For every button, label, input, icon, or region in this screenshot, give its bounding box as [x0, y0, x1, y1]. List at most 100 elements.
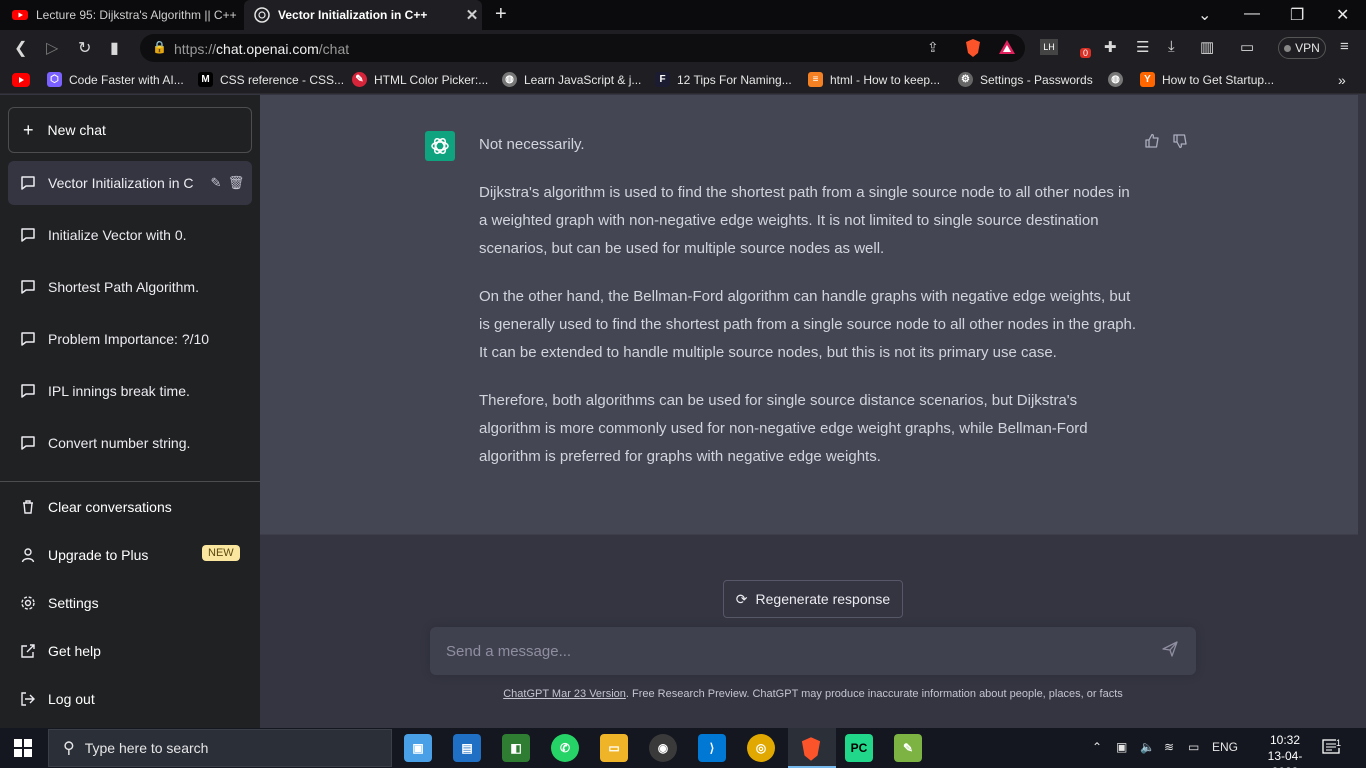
bookmark-item[interactable]: Y How to Get Startup...	[1140, 72, 1274, 87]
gear-icon: ⚙	[958, 72, 973, 87]
new-badge: NEW	[202, 545, 240, 561]
blue-app-icon[interactable]: ▤	[453, 734, 481, 762]
brave-shield-icon[interactable]	[964, 38, 982, 58]
chat-bubble-icon	[21, 436, 35, 450]
extension-badge: 0	[1080, 48, 1092, 58]
upgrade-to-plus-button[interactable]: Upgrade to Plus NEW	[8, 535, 252, 575]
trash-icon[interactable]: 🗑	[226, 175, 246, 191]
whatsapp-icon[interactable]: ✆	[551, 734, 579, 762]
notification-count: 1	[1336, 738, 1342, 748]
download-icon[interactable]: ⤓	[1168, 38, 1175, 55]
camera-icon[interactable]: ▣	[1116, 740, 1127, 754]
version-link[interactable]: ChatGPT Mar 23 Version	[503, 688, 626, 700]
chat-item-initialize-vector[interactable]: Initialize Vector with 0.	[8, 213, 252, 257]
bookmark-item[interactable]: M CSS reference - CSS...	[198, 72, 344, 87]
get-help-button[interactable]: Get help	[8, 631, 252, 671]
settings-button[interactable]: Settings	[8, 583, 252, 623]
refresh-icon: ⟳	[735, 590, 748, 607]
message-input[interactable]	[430, 627, 1150, 675]
thumbs-up-icon[interactable]	[1144, 133, 1160, 149]
windows-taskbar: ⚲ Type here to search ▣ ▤ ◧ ✆ ▭ ◉ ⟩ ◎ PC…	[0, 728, 1366, 768]
bookmark-item[interactable]: ⬡ Code Faster with AI...	[47, 72, 184, 87]
bookmark-item[interactable]: ⚙ Settings - Passwords	[958, 72, 1093, 87]
bookmark-item[interactable]: ◍ Learn JavaScript & j...	[502, 72, 641, 87]
trash-icon	[23, 500, 33, 514]
address-bar[interactable]: 🔒 https://chat.openai.com/chat ⇪	[140, 34, 1025, 62]
hexagon-icon: ⬡	[47, 72, 62, 87]
log-out-button[interactable]: Log out	[8, 679, 252, 719]
language-indicator[interactable]: ENG	[1212, 740, 1238, 754]
close-tab-icon[interactable]: ✕	[462, 6, 482, 24]
browser-tab-lecture[interactable]: Lecture 95: Dijkstra's Algorithm || C++	[2, 0, 240, 30]
new-chat-button[interactable]: + New chat	[8, 107, 252, 153]
menu-icon[interactable]: ≡	[1340, 38, 1349, 55]
bookmark-item[interactable]: ≡ html - How to keep...	[808, 72, 940, 87]
forward-icon[interactable]: ▷	[46, 38, 58, 58]
menu-item-label: Get help	[48, 643, 101, 659]
reload-icon[interactable]: ↻	[78, 38, 91, 58]
search-icon: ⚲	[63, 740, 75, 757]
youtube-icon[interactable]	[12, 73, 30, 87]
freecodecamp-icon: F	[655, 72, 670, 87]
lighthouse-extension-icon[interactable]: LH	[1040, 39, 1058, 55]
bookmark-item[interactable]: ◍	[1108, 72, 1130, 87]
share-icon[interactable]: ⇪	[927, 39, 939, 56]
bookmark-icon[interactable]: ▮	[110, 38, 119, 58]
mdn-icon: M	[198, 72, 213, 87]
system-clock[interactable]: 10:32 13-04-2023	[1256, 732, 1314, 768]
pycharm-icon[interactable]: PC	[845, 734, 873, 762]
new-tab-button[interactable]: +	[495, 3, 507, 26]
back-icon[interactable]: ❮	[14, 38, 27, 58]
brave-rewards-icon[interactable]	[998, 39, 1016, 55]
globe-icon: ◍	[1108, 72, 1123, 87]
chrome-icon[interactable]: ◎	[747, 734, 775, 762]
chat-item-convert-number[interactable]: Convert number string.	[8, 421, 252, 465]
close-window-button[interactable]: ✕	[1336, 5, 1349, 25]
menu-item-label: Settings	[48, 595, 99, 611]
office-app-icon[interactable]: ◧	[502, 734, 530, 762]
vscode-icon[interactable]: ⟩	[698, 734, 726, 762]
chat-item-problem-importance[interactable]: Problem Importance: ?/10	[8, 317, 252, 361]
windows-start-icon[interactable]	[14, 739, 32, 757]
menu-item-label: Upgrade to Plus	[48, 547, 149, 563]
notification-center-icon[interactable]: 1	[1322, 738, 1344, 758]
notepad-icon[interactable]: ✎	[894, 734, 922, 762]
playlist-icon[interactable]: ☰	[1136, 38, 1149, 56]
scrollbar[interactable]	[1358, 95, 1366, 728]
file-explorer-icon[interactable]: ▭	[600, 734, 628, 762]
chat-item-label: Problem Importance: ?/10	[48, 331, 210, 347]
sidebar-toggle-icon[interactable]: ▥	[1200, 38, 1214, 56]
taskbar-search[interactable]: ⚲ Type here to search	[48, 729, 392, 767]
edit-icon[interactable]: ✎	[206, 175, 226, 191]
thumbs-down-icon[interactable]	[1172, 133, 1188, 149]
browser-tab-chatgpt[interactable]: Vector Initialization in C++ ✕	[244, 0, 482, 30]
wallet-icon[interactable]: ▭	[1240, 38, 1254, 56]
chat-item-vector-initialization[interactable]: Vector Initialization in C ✎ 🗑	[8, 161, 252, 205]
media-player-icon[interactable]: ◉	[649, 734, 677, 762]
bookmark-item[interactable]: ✎ HTML Color Picker:...	[352, 72, 488, 87]
chat-item-shortest-path[interactable]: Shortest Path Algorithm.	[8, 265, 252, 309]
chat-item-ipl-innings[interactable]: IPL innings break time.	[8, 369, 252, 413]
brave-browser-icon[interactable]	[798, 736, 824, 762]
restore-button[interactable]: ❐	[1290, 5, 1304, 25]
clear-conversations-button[interactable]: Clear conversations	[8, 487, 252, 527]
tray-overflow-icon[interactable]: ⌃	[1092, 740, 1102, 754]
virtualbox-icon[interactable]: ▣	[404, 734, 432, 762]
wifi-icon[interactable]: ≋	[1164, 740, 1174, 754]
chat-bubble-icon	[21, 384, 35, 398]
regenerate-response-button[interactable]: ⟳ Regenerate response	[723, 580, 903, 618]
volume-icon[interactable]: 🔈	[1140, 740, 1155, 754]
battery-icon[interactable]: ▭	[1188, 740, 1199, 754]
plus-icon: +	[23, 119, 34, 140]
chat-item-label: Vector Initialization in C	[48, 175, 194, 191]
more-bookmarks-icon[interactable]: »	[1338, 72, 1346, 88]
sidebar: + New chat Vector Initialization in C ✎ …	[0, 95, 260, 728]
send-icon[interactable]	[1162, 641, 1178, 657]
message-paragraph: Dijkstra's algorithm is used to find the…	[479, 184, 1130, 257]
bookmark-item[interactable]: F 12 Tips For Naming...	[655, 72, 792, 87]
tab-search-icon[interactable]: ⌄	[1198, 5, 1211, 25]
extensions-icon[interactable]: ✚	[1104, 38, 1117, 56]
browser-tab-title: Lecture 95: Dijkstra's Algorithm || C++	[36, 8, 237, 22]
vpn-button[interactable]: VPN	[1278, 37, 1326, 59]
minimize-button[interactable]: —	[1244, 5, 1260, 23]
